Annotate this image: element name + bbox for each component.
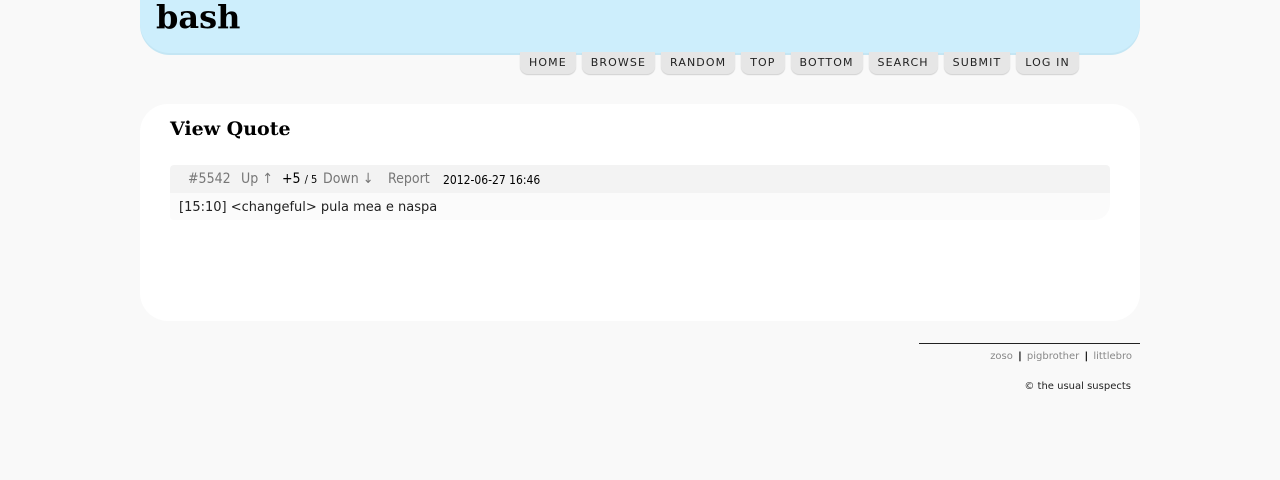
site-logo[interactable]: bash [156, 0, 240, 36]
vote-up-link[interactable]: Up ↑ [241, 171, 273, 187]
footer-divider [919, 343, 1140, 344]
footer-link-zoso[interactable]: zoso [990, 351, 1013, 362]
content-panel: View Quote #5542 Up ↑ +5 / 5 Down ↓ Repo… [140, 104, 1140, 321]
nav-top[interactable]: TOP [741, 52, 785, 74]
footer-link-pigbrother[interactable]: pigbrother [1027, 351, 1079, 362]
site-header: bash [140, 0, 1140, 53]
footer-link-littlebro[interactable]: littlebro [1093, 351, 1132, 362]
footer-separator: | [1084, 351, 1089, 362]
footer-links: zoso | pigbrother | littlebro [990, 351, 1132, 362]
page-title: View Quote [170, 118, 291, 140]
copyright-notice: © the usual suspects [1024, 381, 1131, 392]
nav-login[interactable]: LOG IN [1016, 52, 1079, 74]
nav-bottom[interactable]: BOTTOM [790, 52, 863, 74]
score-value: +5 [282, 171, 301, 187]
quote-text: [15:10] <changeful> pula mea e naspa [179, 200, 438, 215]
vote-down-link[interactable]: Down ↓ [323, 171, 373, 187]
quote-date: 2012-06-27 16:46 [443, 173, 541, 187]
quote-id-link[interactable]: #5542 [188, 171, 231, 187]
nav-submit[interactable]: SUBMIT [943, 52, 1011, 74]
quote-body: [15:10] <changeful> pula mea e naspa [170, 193, 1110, 220]
main-nav: HOME BROWSE RANDOM TOP BOTTOM SEARCH SUB… [520, 52, 1085, 75]
nav-browse[interactable]: BROWSE [581, 52, 656, 74]
vote-count: / 5 [304, 173, 318, 186]
quote-meta-bar: #5542 Up ↑ +5 / 5 Down ↓ Report 2012-06-… [170, 165, 1110, 193]
quote-score: +5 / 5 [282, 171, 317, 187]
footer-separator: | [1018, 351, 1022, 362]
nav-home[interactable]: HOME [520, 52, 576, 74]
report-link[interactable]: Report [388, 171, 430, 187]
nav-random[interactable]: RANDOM [661, 52, 736, 74]
nav-search[interactable]: SEARCH [868, 52, 938, 74]
